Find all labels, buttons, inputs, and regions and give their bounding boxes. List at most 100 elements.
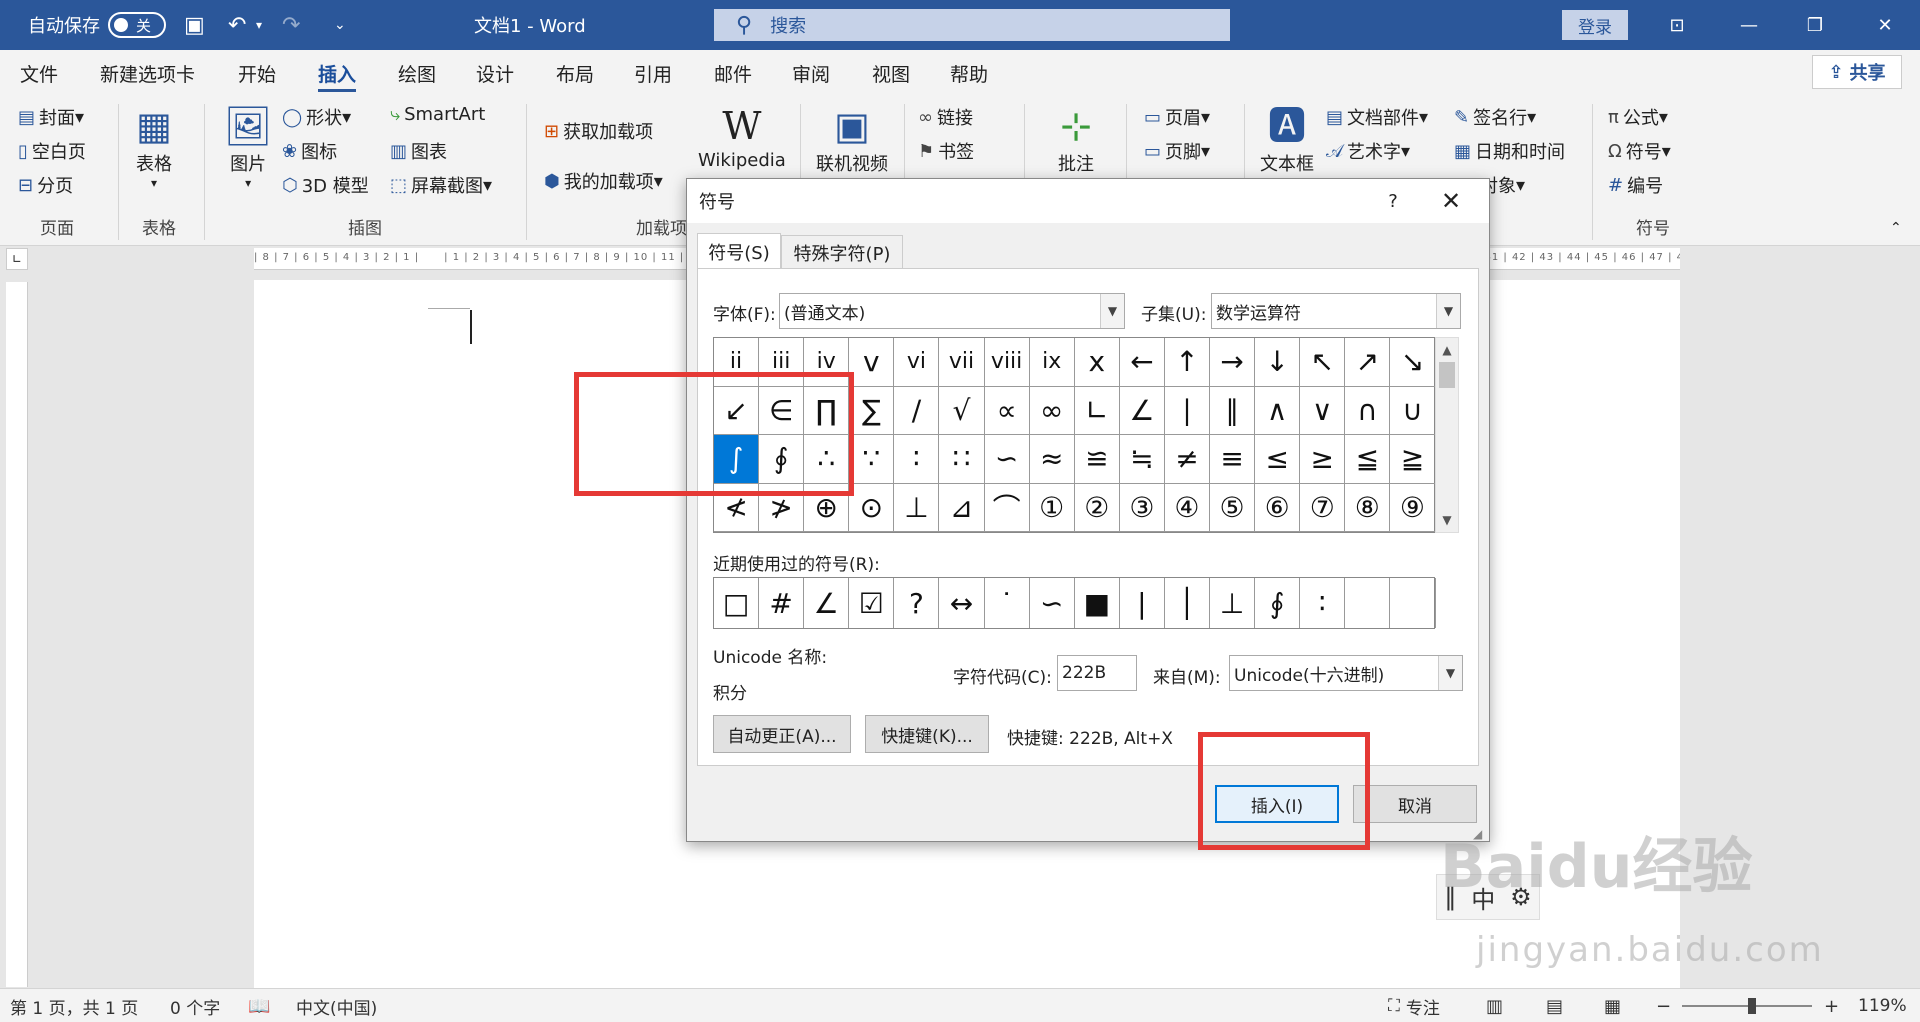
number-button[interactable]: # 编号 [1608, 172, 1663, 198]
tab-symbols[interactable]: 符号(S) [697, 233, 781, 269]
print-layout-icon[interactable]: ▤ [1546, 989, 1563, 1022]
autosave[interactable]: 自动保存 关 [28, 0, 166, 50]
recent-symbol-cell[interactable]: | [1120, 578, 1165, 628]
symbol-cell[interactable]: ↑ [1164, 338, 1211, 387]
date-time-button[interactable]: ▦ 日期和时间 [1454, 138, 1565, 164]
recent-symbol-cell[interactable]: ☑ [849, 578, 895, 628]
symbol-cell[interactable]: ⊙ [849, 483, 895, 532]
recent-symbol-cell[interactable] [1390, 578, 1436, 628]
focus-button[interactable]: ⛶ 专注 [1388, 989, 1440, 1022]
my-addins-button[interactable]: ⬢ 我的加载项 ▾ [544, 168, 663, 194]
equation-button[interactable]: π 公式 ▾ [1608, 104, 1668, 130]
minimize-icon[interactable]: — [1726, 0, 1772, 50]
web-layout-icon[interactable]: ▦ [1604, 989, 1621, 1022]
blank-page-button[interactable]: ▯ 空白页 [18, 138, 86, 164]
zoom-in-icon[interactable]: + [1824, 989, 1839, 1022]
recent-symbol-cell[interactable]: ∮ [1255, 578, 1301, 628]
recent-symbol-cell[interactable]: ˙ [985, 578, 1030, 628]
symbol-cell[interactable]: ≈ [1029, 435, 1075, 484]
symbol-cell[interactable]: ∪ [1390, 386, 1436, 435]
autosave-toggle[interactable]: 关 [108, 12, 166, 38]
symbol-cell[interactable]: viii [984, 338, 1030, 387]
zoom-slider-thumb[interactable] [1748, 998, 1756, 1014]
symbol-cell[interactable]: ↖ [1300, 338, 1346, 387]
subset-select[interactable]: 数学运算符 ▼ [1211, 293, 1461, 329]
symbol-cell[interactable]: ≥ [1300, 435, 1346, 484]
quick-parts-button[interactable]: ▤ 文档部件 ▾ [1326, 104, 1428, 130]
tab-insert[interactable]: 插入 [318, 50, 357, 96]
symbol-cell[interactable]: ≒ [1119, 435, 1165, 484]
share-button[interactable]: ⇪ 共享 [1812, 55, 1902, 89]
symbol-cell[interactable]: ② [1074, 483, 1120, 532]
from-select[interactable]: Unicode(十六进制) ▼ [1229, 655, 1463, 691]
symbol-cell[interactable]: ↘ [1390, 338, 1436, 387]
get-addins-button[interactable]: ⊞ 获取加载项 [544, 118, 653, 144]
symbol-cell[interactable]: ∵ [849, 435, 895, 484]
symbol-cell[interactable]: ≦ [1345, 435, 1391, 484]
scroll-down-icon[interactable]: ▼ [1436, 510, 1458, 530]
table-button[interactable]: ▦ 表格 ▾ [136, 102, 172, 190]
symbol-cell[interactable]: ∠ [1119, 386, 1165, 435]
comment-button[interactable]: ⊹ 批注 [1058, 102, 1094, 176]
shortcut-key-button[interactable]: 快捷键(K)... [865, 715, 989, 753]
tab-review[interactable]: 审阅 [792, 50, 830, 96]
recent-symbol-cell[interactable]: ↔ [939, 578, 985, 628]
symbol-cell[interactable]: ⊥ [894, 483, 940, 532]
symbol-cell[interactable]: ⑨ [1390, 483, 1436, 532]
save-icon[interactable]: ▣ [184, 0, 205, 50]
word-count[interactable]: 0 个字 [170, 989, 220, 1022]
3d-model-button[interactable]: ⬡ 3D 模型 [282, 172, 369, 198]
symbol-cell[interactable]: ↗ [1345, 338, 1391, 387]
recent-symbol-cell[interactable]: │ [1165, 578, 1211, 628]
symbol-cell[interactable]: ≌ [1074, 435, 1120, 484]
symbol-cell[interactable]: ∟ [1074, 386, 1120, 435]
header-button[interactable]: ▭ 页眉 ▾ [1144, 104, 1210, 130]
picture-button[interactable]: 🖼 图片 ▾ [224, 102, 272, 190]
read-mode-icon[interactable]: ▥ [1486, 989, 1503, 1022]
proofing-icon[interactable]: 📖 [248, 989, 270, 1022]
zoom-level[interactable]: 119% [1858, 989, 1907, 1022]
scroll-thumb[interactable] [1439, 362, 1455, 388]
recent-symbol-cell[interactable]: ■ [1075, 578, 1120, 628]
symbol-cell[interactable]: ∧ [1255, 386, 1301, 435]
symbol-cell[interactable]: ⌒ [984, 483, 1030, 532]
symbol-cell[interactable]: ∨ [1300, 386, 1346, 435]
screenshot-button[interactable]: ⬚ 屏幕截图 ▾ [390, 172, 492, 198]
textbox-button[interactable]: 🅰 文本框 [1260, 102, 1314, 176]
undo-icon[interactable]: ↶ [228, 0, 246, 50]
symbol-cell[interactable]: vi [894, 338, 940, 387]
wordart-button[interactable]: 𝒜 艺术字 ▾ [1326, 138, 1410, 164]
symbol-cell[interactable]: → [1210, 338, 1256, 387]
close-window-icon[interactable]: ✕ [1862, 0, 1908, 50]
recent-symbols-grid[interactable]: □ # ∠ ☑? ↔ ˙ ∽ ■ | │ ⊥ ∮ ∶ [713, 577, 1436, 629]
symbol-cell[interactable]: ∝ [984, 386, 1030, 435]
tab-special-characters[interactable]: 特殊字符(P) [781, 235, 903, 269]
symbol-cell[interactable]: ⑥ [1255, 483, 1301, 532]
wikipedia-button[interactable]: W Wikipedia [698, 102, 786, 171]
symbol-grid-scrollbar[interactable]: ▲ ▼ [1435, 337, 1459, 533]
symbol-cell[interactable]: ix [1029, 338, 1075, 387]
tab-new[interactable]: 新建选项卡 [100, 50, 195, 96]
symbol-cell[interactable]: ∥ [1210, 386, 1256, 435]
zoom-out-icon[interactable]: − [1656, 989, 1671, 1022]
symbol-cell[interactable]: ⊿ [939, 483, 985, 532]
zoom-slider[interactable] [1682, 1005, 1812, 1007]
recent-symbol-cell[interactable]: ∠ [804, 578, 850, 628]
symbol-cell[interactable]: ∞ [1029, 386, 1075, 435]
ribbon-display-icon[interactable]: ⊡ [1654, 0, 1700, 50]
recent-symbol-cell[interactable]: ? [894, 578, 940, 628]
undo-dropdown-icon[interactable]: ▾ [256, 0, 262, 50]
tab-design[interactable]: 设计 [476, 50, 514, 96]
search-box[interactable]: ⚲ 搜索 [714, 9, 1230, 41]
symbol-cell[interactable]: x [1074, 338, 1120, 387]
charcode-input[interactable]: 222B [1057, 655, 1137, 691]
symbol-cell[interactable]: ≤ [1255, 435, 1301, 484]
symbol-cell[interactable]: ∷ [939, 435, 985, 484]
tab-selector-icon[interactable]: ∟ [6, 248, 28, 270]
symbol-cell[interactable]: ⑦ [1300, 483, 1346, 532]
redo-icon[interactable]: ↷ [282, 0, 300, 50]
font-select[interactable]: (普通文本) ▼ [779, 293, 1125, 329]
symbol-cell[interactable]: √ [939, 386, 985, 435]
restore-icon[interactable]: ❐ [1792, 0, 1838, 50]
icons-button[interactable]: ❀ 图标 [282, 138, 337, 164]
